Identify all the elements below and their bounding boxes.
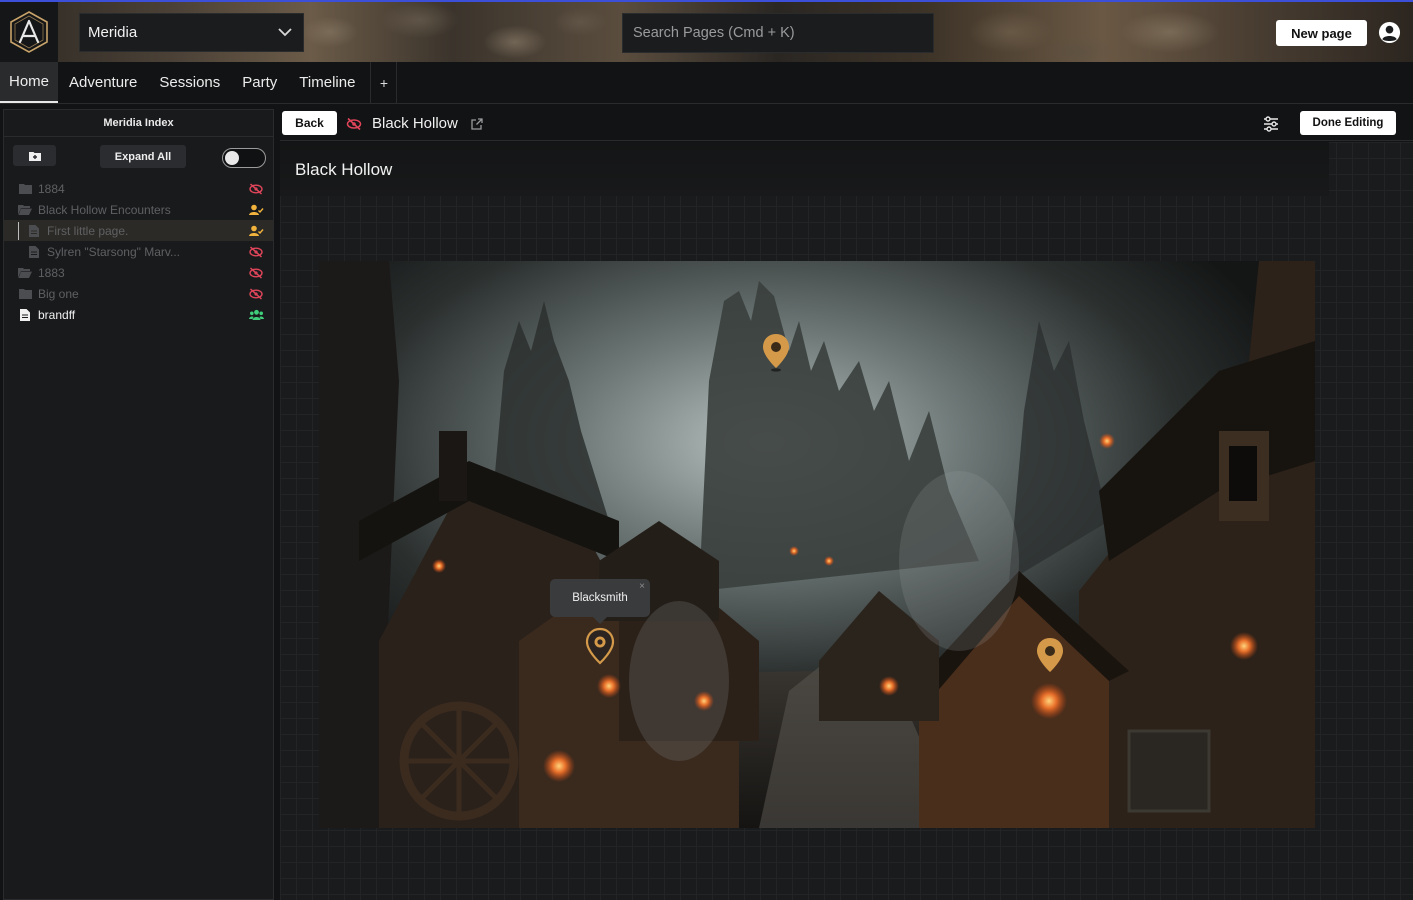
user-account-icon[interactable] bbox=[1378, 21, 1401, 44]
folder-plus-icon bbox=[28, 151, 41, 161]
sidebar: Meridia Index Expand All 1884 Black Holl… bbox=[3, 109, 274, 900]
user-check-icon[interactable] bbox=[248, 202, 264, 218]
users-group-icon[interactable] bbox=[248, 307, 264, 323]
d20-logo-icon bbox=[10, 11, 48, 53]
map-image[interactable] bbox=[319, 261, 1315, 828]
tab-sessions[interactable]: Sessions bbox=[148, 62, 231, 103]
chevron-down-icon bbox=[267, 13, 303, 52]
tree-item-label: brandff bbox=[38, 307, 76, 322]
world-select[interactable]: Meridia bbox=[79, 13, 304, 52]
expand-all-button[interactable]: Expand All bbox=[100, 145, 186, 168]
village-map-illustration bbox=[319, 261, 1315, 828]
user-check-icon[interactable] bbox=[248, 223, 264, 239]
sidebar-toggle[interactable] bbox=[222, 148, 266, 168]
sidebar-title: Meridia Index bbox=[4, 110, 273, 137]
tree-item-first-little-page[interactable]: First little page. bbox=[4, 220, 273, 241]
tab-home[interactable]: Home bbox=[0, 62, 59, 103]
tree-item-black-hollow-encounters[interactable]: Black Hollow Encounters bbox=[4, 199, 273, 220]
sliders-icon[interactable] bbox=[1262, 115, 1280, 133]
tooltip-close-icon[interactable]: × bbox=[639, 581, 645, 592]
page-header: Black Hollow bbox=[280, 142, 1329, 196]
tree-item-sylren-starsong[interactable]: Sylren "Starsong" Marv... bbox=[4, 241, 273, 262]
tree-item-1883[interactable]: 1883 bbox=[4, 262, 273, 283]
main-nav-tabs: Home Adventure Sessions Party Timeline + bbox=[0, 62, 1413, 104]
tree-item-label: 1884 bbox=[38, 181, 65, 196]
map-pin-blacksmith-icon[interactable] bbox=[585, 627, 615, 667]
file-icon bbox=[18, 308, 32, 322]
tree-item-1884[interactable]: 1884 bbox=[4, 178, 273, 199]
app-logo[interactable] bbox=[0, 2, 58, 62]
done-editing-button[interactable]: Done Editing bbox=[1300, 111, 1396, 135]
folder-icon bbox=[18, 182, 32, 196]
tree-item-label: First little page. bbox=[47, 223, 129, 238]
search-placeholder: Search Pages (Cmd + K) bbox=[633, 25, 795, 41]
world-select-value: Meridia bbox=[88, 24, 138, 41]
eye-slash-icon[interactable] bbox=[248, 181, 264, 197]
folder-icon bbox=[18, 287, 32, 301]
tab-adventure[interactable]: Adventure bbox=[58, 62, 148, 103]
map-pin-icon[interactable] bbox=[761, 332, 791, 372]
eye-slash-icon[interactable] bbox=[248, 286, 264, 302]
tab-party[interactable]: Party bbox=[231, 62, 288, 103]
folder-open-icon bbox=[18, 203, 32, 217]
page-toolbar: Back Black Hollow Done Editing bbox=[280, 109, 1413, 141]
tree-item-big-one[interactable]: Big one bbox=[4, 283, 273, 304]
eye-slash-icon[interactable] bbox=[248, 265, 264, 281]
tree-item-brandff[interactable]: brandff bbox=[4, 304, 273, 325]
add-tab-button[interactable]: + bbox=[370, 62, 398, 103]
breadcrumb-title: Black Hollow bbox=[372, 115, 458, 132]
new-folder-button[interactable] bbox=[13, 145, 56, 166]
tree-item-label: 1883 bbox=[38, 265, 65, 280]
tree-item-label: Sylren "Starsong" Marv... bbox=[47, 244, 181, 259]
tree-item-label: Black Hollow Encounters bbox=[38, 202, 171, 217]
file-icon bbox=[27, 224, 41, 238]
eye-slash-icon[interactable] bbox=[248, 244, 264, 260]
page-title[interactable]: Black Hollow bbox=[295, 160, 392, 180]
eye-slash-icon[interactable] bbox=[346, 116, 362, 132]
top-bar: Meridia Search Pages (Cmd + K) New page bbox=[0, 0, 1413, 62]
tree-item-label: Big one bbox=[38, 286, 79, 301]
map-pin-icon[interactable] bbox=[1035, 636, 1065, 676]
new-page-button[interactable]: New page bbox=[1276, 20, 1367, 46]
pin-tooltip-label: Blacksmith bbox=[572, 592, 628, 604]
pin-tooltip: Blacksmith × bbox=[550, 579, 650, 624]
file-icon bbox=[27, 245, 41, 259]
toggle-knob bbox=[225, 151, 239, 165]
back-button[interactable]: Back bbox=[282, 111, 337, 135]
external-link-icon[interactable] bbox=[470, 117, 484, 131]
page-tree: 1884 Black Hollow Encounters First littl… bbox=[4, 178, 273, 325]
search-input[interactable]: Search Pages (Cmd + K) bbox=[622, 13, 934, 53]
tab-timeline[interactable]: Timeline bbox=[288, 62, 366, 103]
page-canvas: Black Hollow Blacksmith × bbox=[280, 142, 1413, 900]
folder-open-icon bbox=[18, 266, 32, 280]
